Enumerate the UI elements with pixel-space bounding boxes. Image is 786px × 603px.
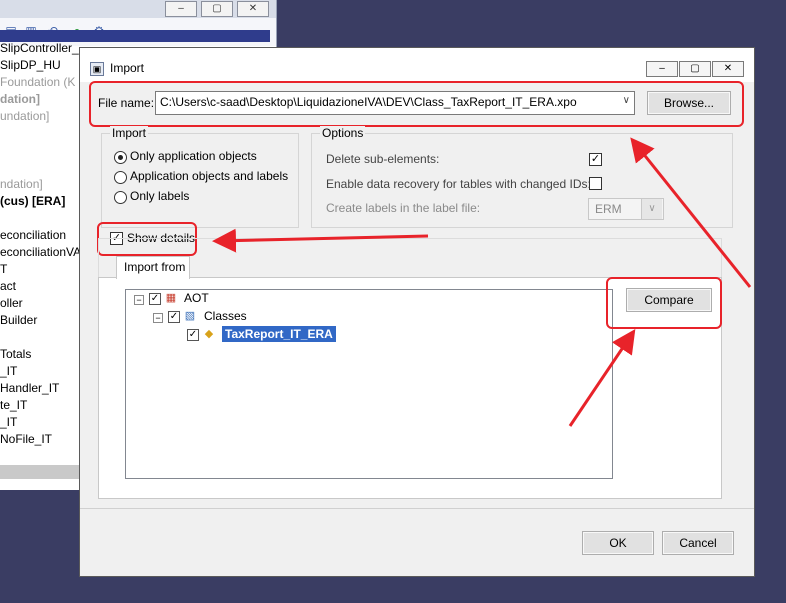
- arrow-to-show-details: [212, 228, 429, 253]
- annotation-arrows: [212, 137, 752, 427]
- arrow-to-file-name: [630, 137, 752, 288]
- arrow-to-compare: [568, 329, 636, 427]
